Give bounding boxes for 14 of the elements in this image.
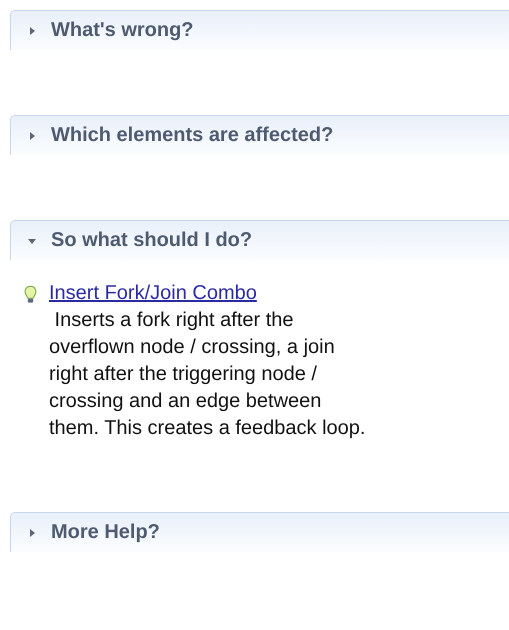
section-header[interactable]: Which elements are affected? [10, 115, 509, 155]
section-title: So what should I do? [51, 229, 252, 252]
section-title: More Help? [51, 521, 160, 544]
fix-description: Inserts a fork right after the overflown node / crossing, a join right after the triggering node / crossing and an edge between them. This creates a feedback loop. [49, 308, 366, 441]
disclosure-triangle-icon [27, 26, 37, 36]
section-title: Which elements are affected? [51, 124, 334, 147]
disclosure-triangle-icon [27, 130, 37, 140]
section-title: What's wrong? [51, 19, 194, 42]
section-header[interactable]: What's wrong? [10, 10, 509, 50]
lightbulb-icon [24, 285, 37, 305]
fix-link[interactable]: Insert Fork/Join Combo [49, 282, 257, 305]
section-header[interactable]: More Help? [10, 512, 509, 552]
disclosure-triangle-icon [27, 528, 37, 538]
section-header[interactable]: So what should I do? [10, 220, 509, 260]
